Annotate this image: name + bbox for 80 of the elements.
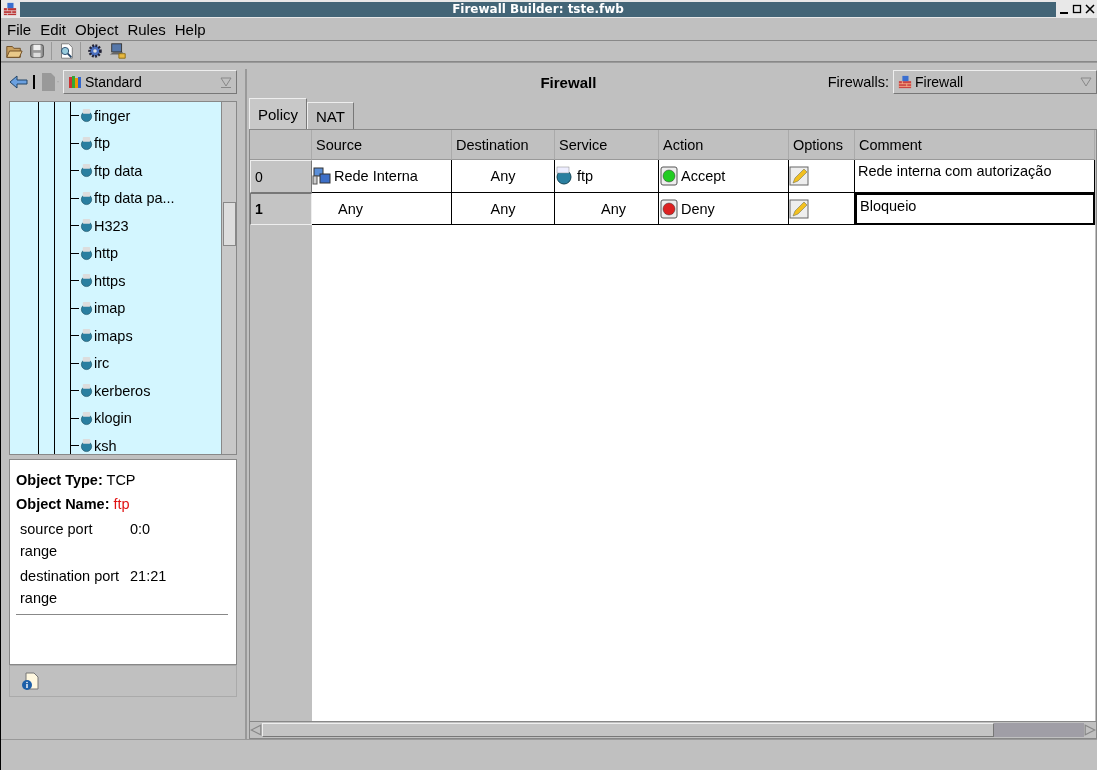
service-icon xyxy=(79,163,94,179)
table-cell: Rede Interna xyxy=(312,160,452,193)
info-document-icon[interactable] xyxy=(20,671,40,691)
close-icon[interactable] xyxy=(1085,4,1095,14)
menu-item[interactable]: Help xyxy=(174,20,206,38)
save-icon[interactable] xyxy=(28,42,46,60)
tab[interactable]: NAT xyxy=(307,102,354,129)
table-cell: Any xyxy=(452,160,555,193)
gear-icon[interactable] xyxy=(86,42,104,60)
tree-item[interactable]: H323 xyxy=(71,212,221,240)
service-icon xyxy=(79,300,94,316)
field-label: Object Name: xyxy=(16,496,110,512)
service-icon xyxy=(79,245,94,261)
service-icon xyxy=(79,328,94,344)
table-cell: Any xyxy=(452,193,555,225)
row-number[interactable]: 0 xyxy=(250,160,312,193)
firewall-dropdown[interactable]: Firewall xyxy=(893,70,1097,94)
tree-item[interactable]: klogin xyxy=(71,404,221,432)
property-value: 21:21 xyxy=(130,567,167,586)
comment-cell: Bloqueio xyxy=(855,193,1095,225)
header-corner xyxy=(250,130,312,160)
service-icon xyxy=(79,383,94,399)
service-icon xyxy=(79,108,94,124)
pencil-icon[interactable] xyxy=(789,198,809,219)
table-cell: Deny xyxy=(659,193,789,225)
maximize-icon[interactable] xyxy=(1072,4,1082,14)
comment-cell: Rede interna com autorização xyxy=(855,160,1095,193)
column-header[interactable]: Action xyxy=(659,130,789,160)
computer-icon[interactable] xyxy=(109,42,127,60)
table-cell: Accept xyxy=(659,160,789,193)
tree-item[interactable]: ftp data pa... xyxy=(71,184,221,212)
row-number[interactable]: 1 xyxy=(250,193,312,225)
menu-item[interactable]: Object xyxy=(75,20,119,38)
field-value: TCP xyxy=(106,472,136,488)
tree-item[interactable]: ftp data xyxy=(71,157,221,185)
books-icon xyxy=(68,75,82,89)
service-icon xyxy=(79,410,94,426)
tree-item[interactable]: finger xyxy=(71,102,221,130)
column-header[interactable]: Options xyxy=(789,130,855,160)
status-light-icon xyxy=(659,166,679,186)
service-icon xyxy=(79,438,94,454)
table-cell: ftp xyxy=(555,160,659,193)
network-icon xyxy=(312,166,332,186)
status-light-icon xyxy=(659,198,679,219)
tab[interactable]: Policy xyxy=(249,98,307,129)
pencil-icon[interactable] xyxy=(789,166,809,186)
tree-item[interactable]: https xyxy=(71,267,221,295)
service-icon xyxy=(79,218,94,234)
menu-item[interactable]: File xyxy=(7,20,32,38)
property-value: 0:0 xyxy=(130,520,151,539)
column-header[interactable]: Source xyxy=(312,130,452,160)
column-header[interactable]: Service xyxy=(555,130,659,160)
tree-item[interactable]: ftp xyxy=(71,129,221,157)
table-cell: Any xyxy=(555,193,659,225)
service-icon xyxy=(79,273,94,289)
firewalls-label: Firewalls: xyxy=(827,74,889,90)
service-icon xyxy=(555,166,575,186)
library-dropdown[interactable]: Standard xyxy=(63,70,237,94)
menu-item[interactable]: Edit xyxy=(40,20,67,38)
tree-item[interactable]: imaps xyxy=(71,322,221,350)
column-header[interactable]: Comment xyxy=(855,130,1095,160)
property-label: destination port range xyxy=(20,567,121,608)
scrollbar[interactable] xyxy=(221,102,236,454)
menu-item[interactable]: Rules xyxy=(127,20,166,38)
back-arrow-icon[interactable] xyxy=(9,75,29,89)
service-icon xyxy=(79,135,94,151)
firewall-icon xyxy=(898,75,912,89)
column-header[interactable]: Destination xyxy=(452,130,555,160)
window-title: Firewall Builder: tste.fwb xyxy=(20,1,1056,17)
field-label: Object Type: xyxy=(16,472,103,488)
tree-item[interactable]: ksh xyxy=(71,432,221,454)
table-cell: Any xyxy=(312,193,452,225)
firewall-title: Firewall xyxy=(539,73,598,91)
tree-item[interactable]: irc xyxy=(71,349,221,377)
field-value: ftp xyxy=(113,496,130,512)
tree-item[interactable]: kerberos xyxy=(71,377,221,405)
service-icon xyxy=(79,355,94,371)
service-icon xyxy=(79,190,94,206)
tree-item[interactable]: http xyxy=(71,239,221,267)
tree-item[interactable]: imap xyxy=(71,294,221,322)
